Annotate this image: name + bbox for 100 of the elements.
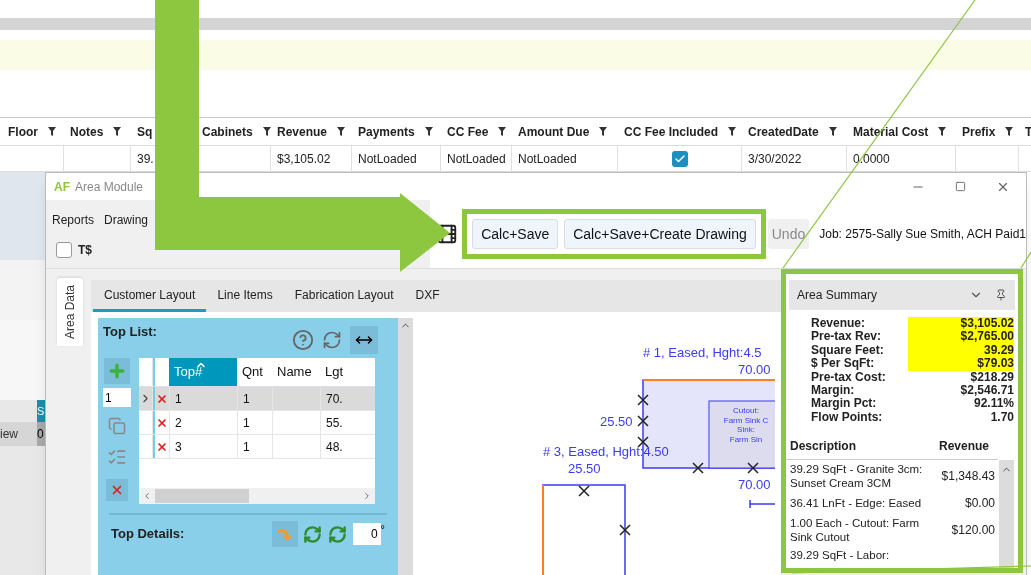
column-header[interactable]: Description [790, 436, 930, 455]
menu-item[interactable]: Drawing [104, 211, 149, 229]
column-header[interactable]: Lgt [320, 358, 375, 386]
menu-item[interactable]: Reports [52, 211, 95, 229]
filter-icon[interactable] [48, 127, 56, 136]
delete-button[interactable] [106, 479, 128, 501]
stat-label: Pre-tax Rev: [811, 330, 883, 344]
rotate-right-icon[interactable] [327, 524, 347, 544]
section-title: Top Details: [111, 525, 185, 544]
line-item-description: 39.29 SqFt - Granite 3cm: Sunset Cream 3CM [790, 462, 924, 491]
side-tab[interactable]: Area Data [57, 278, 83, 346]
table-row[interactable]: 3 1 48. [139, 435, 375, 459]
angle-field[interactable]: 0 [352, 523, 381, 545]
check-icon [673, 152, 686, 165]
panel-title: Area Summary [797, 287, 879, 304]
copy-icon[interactable] [108, 417, 126, 435]
vertical-scrollbar[interactable] [398, 318, 413, 575]
cutout-label: Sink: [737, 425, 755, 435]
checklist-icon[interactable] [107, 447, 127, 467]
countertop-shape[interactable] [542, 484, 626, 575]
filter-icon[interactable] [498, 127, 507, 136]
dimension-label: 70.00 [738, 478, 771, 491]
filter-icon[interactable] [113, 127, 122, 136]
column-header[interactable]: Revenue [930, 436, 998, 455]
table-cell-text: 2 [175, 414, 182, 432]
stat-value: $2,546.71 [959, 384, 1014, 398]
column-header[interactable]: Notes [70, 122, 104, 141]
column-header[interactable]: CC Fee Included [624, 122, 718, 141]
column-header[interactable]: Cabinets [202, 122, 253, 141]
dimension-label: 70.00 [738, 363, 771, 376]
stat-value: 1.70 [989, 410, 1014, 425]
column-header[interactable]: Amount Due [518, 122, 590, 141]
delete-icon[interactable] [156, 416, 168, 429]
rotate-left-icon[interactable] [302, 524, 322, 544]
filter-icon[interactable] [938, 127, 947, 136]
sink-cutout[interactable] [708, 400, 775, 469]
cross-mark [637, 394, 649, 406]
table-cell-text: 48. [326, 438, 343, 456]
stat-value: $2,765.00 [908, 330, 1014, 344]
table-cell-text: 55. [326, 414, 343, 432]
cutout-label: Farm Sink C [723, 415, 769, 425]
delete-icon [110, 483, 124, 497]
column-header[interactable]: Floor [8, 122, 38, 141]
vertical-scrollbar[interactable] [999, 460, 1014, 568]
stat-label: Flow Points: [811, 410, 884, 425]
column-header[interactable]: CreatedDate [748, 122, 819, 141]
column-header[interactable]: Sq [137, 122, 153, 141]
column-header[interactable]: CC Fee [447, 122, 489, 141]
delete-icon[interactable] [156, 392, 168, 405]
filter-icon[interactable] [424, 127, 433, 136]
column-header[interactable]: Name [272, 358, 320, 386]
stat-value: $218.29 [969, 370, 1014, 385]
cross-mark [578, 485, 590, 497]
stat-label: Pre-tax Cost: [811, 370, 887, 385]
cross-mark [692, 462, 704, 474]
table-row[interactable]: 1 1 70. [139, 387, 375, 411]
tab[interactable]: Line Items [206, 280, 284, 312]
section-title: Top List: [103, 323, 157, 341]
resize-button[interactable] [350, 326, 378, 354]
filter-icon[interactable] [599, 127, 608, 136]
stat-label: Margin Pct: [811, 397, 878, 411]
filter-icon[interactable] [337, 127, 346, 136]
degree-label: ° [380, 522, 385, 537]
stat-value: 92.11% [972, 397, 1014, 411]
stat-value: $79.03 [908, 357, 1014, 371]
table-row[interactable]: 2 1 55. [139, 411, 375, 435]
delete-icon[interactable] [156, 440, 168, 453]
stat-label: Revenue: [811, 317, 867, 331]
pin-icon[interactable] [995, 289, 1007, 301]
tab[interactable]: DXF [404, 280, 451, 312]
column-header[interactable]: Revenue [277, 122, 328, 141]
column-header[interactable]: Qnt [237, 358, 272, 386]
edge-label: # 1, Eased, Hght:4.5 [643, 346, 762, 359]
maximize-icon[interactable] [955, 181, 966, 192]
table-cell-text: 1 [243, 414, 250, 432]
line-item-description: 36.41 LnFt - Edge: Eased [790, 496, 923, 511]
column-header[interactable]: Payments [358, 122, 415, 141]
cross-mark [619, 524, 631, 536]
filter-icon[interactable] [262, 127, 271, 136]
cross-mark [747, 462, 759, 474]
app-logo: AF [54, 178, 70, 196]
refresh-icon[interactable] [322, 330, 342, 350]
table-cell-text: 3 [175, 438, 182, 456]
horizontal-scrollbar[interactable] [139, 488, 375, 504]
filter-icon[interactable] [1005, 127, 1014, 136]
help-icon[interactable] [292, 329, 314, 351]
toolbar-button[interactable]: Calc+Save+Create Drawing [564, 219, 756, 249]
scroll-right-icon[interactable] [362, 491, 372, 501]
tab[interactable]: Fabrication Layout [283, 280, 405, 312]
toolbar-button[interactable]: Calc+Save [472, 219, 559, 249]
scroll-left-icon[interactable] [142, 491, 152, 501]
filter-icon[interactable] [728, 127, 736, 136]
filter-icon[interactable] [828, 127, 837, 136]
count-field[interactable]: 1 [103, 388, 131, 407]
checkbox[interactable] [671, 150, 688, 167]
dimension-mark [749, 499, 775, 509]
table-cell: 0 [37, 422, 45, 446]
column-header[interactable]: Prefix [962, 122, 996, 141]
table-cell-text: 1 [175, 390, 182, 408]
checkbox[interactable] [56, 242, 72, 258]
